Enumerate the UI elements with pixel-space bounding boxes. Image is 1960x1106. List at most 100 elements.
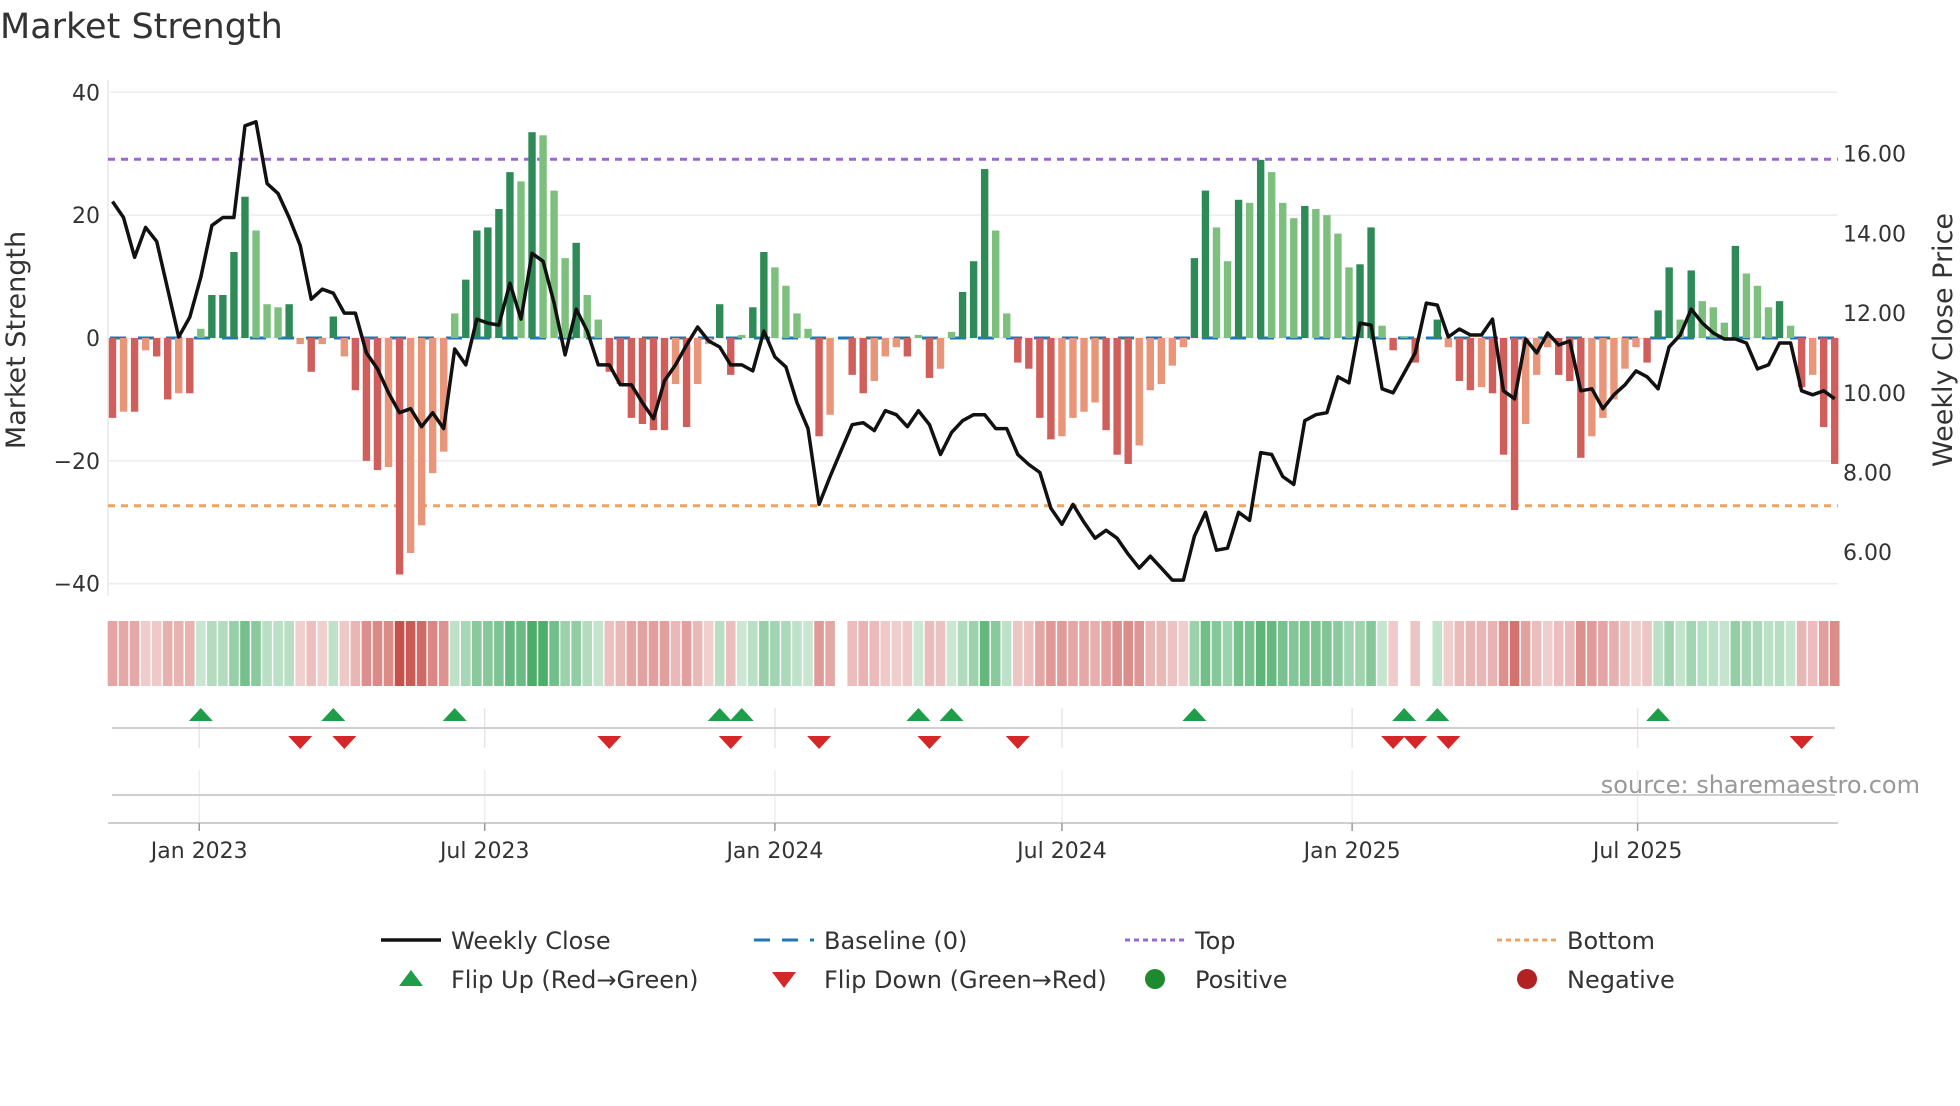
strip-cell	[935, 621, 946, 686]
flip-markers-panel	[112, 708, 1835, 823]
flip-up-marker	[1392, 708, 1417, 721]
strip-cell	[681, 621, 692, 686]
flip-down-marker	[917, 736, 942, 749]
strip-cell	[196, 621, 206, 686]
strip-cell	[814, 621, 824, 686]
strip-cell	[637, 621, 648, 686]
flip-up-marker	[707, 708, 732, 721]
flip-up-marker	[939, 708, 964, 721]
strip-cell	[957, 621, 968, 686]
y2-tick-label: 8.00	[1843, 461, 1892, 486]
strip-cell	[140, 621, 151, 686]
strength-bar	[1157, 338, 1165, 385]
strip-cell	[1476, 621, 1487, 686]
legend-label: Bottom	[1567, 927, 1655, 955]
strip-cell	[1200, 621, 1211, 686]
flip-down-marker	[288, 736, 313, 749]
strip-cell	[792, 621, 802, 686]
strength-bar	[1124, 338, 1132, 464]
strip-cell	[1255, 621, 1266, 686]
strength-bar	[1665, 267, 1673, 338]
strip-cell	[1542, 621, 1553, 686]
strip-cell	[1012, 621, 1023, 686]
strength-bar	[351, 338, 360, 391]
strip-cell	[505, 621, 515, 686]
weekly-close-line	[111, 120, 1836, 582]
flip-up-marker	[1182, 708, 1207, 721]
strength-bar	[848, 338, 856, 375]
strip-cell	[1189, 621, 1200, 686]
strip-cell	[1598, 621, 1608, 686]
strip-cell	[1035, 621, 1045, 686]
strip-cell	[891, 621, 902, 686]
strip-cell	[394, 621, 405, 686]
strip-cell	[1112, 621, 1122, 686]
legend-label: Flip Up (Red→Green)	[451, 966, 699, 994]
strip-cell	[1001, 621, 1012, 686]
strip-cell	[273, 621, 283, 686]
strength-bar	[1179, 338, 1188, 348]
strip-cell	[1288, 621, 1299, 686]
strip-cell	[472, 621, 482, 686]
strip-cell	[1244, 621, 1255, 686]
strip-cell	[538, 621, 548, 686]
strength-bar	[1334, 233, 1342, 338]
y-tick-label: −40	[54, 573, 100, 598]
strength-bar	[1455, 338, 1464, 381]
strength-bar	[1080, 338, 1088, 412]
strip-cell	[648, 621, 659, 686]
strength-bar	[594, 319, 602, 338]
strength-bar	[1323, 215, 1331, 338]
strip-cell	[1454, 621, 1465, 686]
strength-bar	[539, 135, 547, 338]
weekly-close-series	[111, 120, 1836, 582]
strength-bar	[936, 338, 945, 369]
strength-bar	[1279, 202, 1287, 338]
strip-cell	[207, 621, 217, 686]
strength-bar	[992, 230, 1000, 338]
strip-cell	[494, 621, 504, 686]
strength-bar	[1775, 301, 1784, 338]
strength-bar	[1091, 338, 1099, 403]
strip-cell	[1233, 621, 1244, 686]
circle-legend-icon	[1145, 969, 1165, 989]
strip-cell	[847, 621, 857, 686]
legend-label: Top	[1194, 927, 1236, 955]
strip-cell	[1553, 621, 1564, 686]
y2-tick-label: 12.00	[1843, 302, 1906, 327]
legend-item: Weekly Close	[381, 927, 611, 955]
strip-cell	[1024, 621, 1034, 686]
strip-cell	[1211, 621, 1222, 686]
strip-cell	[1355, 621, 1365, 686]
left-axis-label: Market Strength	[1, 231, 32, 449]
strip-cell	[593, 621, 604, 686]
strength-bar	[506, 172, 514, 338]
strip-cell	[416, 621, 427, 686]
strength-bar	[1764, 307, 1773, 338]
strip-cell	[240, 621, 250, 686]
strip-cell	[1277, 621, 1288, 686]
legend-label: Flip Down (Green→Red)	[824, 966, 1107, 994]
strip-cell	[1509, 621, 1520, 686]
y2-tick-label: 16.00	[1843, 143, 1906, 168]
flip-up-marker	[906, 708, 931, 721]
flip-down-marker	[718, 736, 743, 749]
strength-bar	[108, 338, 117, 418]
strip-cell	[1686, 621, 1697, 686]
strength-bar	[881, 338, 889, 357]
strip-cell	[1520, 621, 1531, 686]
flip-down-marker	[597, 736, 622, 749]
strength-bar	[859, 338, 867, 394]
strip-cell	[1785, 621, 1796, 686]
strip-cell	[449, 621, 460, 686]
legend-item: Baseline (0)	[754, 927, 967, 955]
flip-down-marker	[332, 736, 357, 749]
triangle-up-icon	[399, 970, 423, 986]
strength-bar	[1168, 338, 1177, 366]
flip-down-marker	[1436, 736, 1461, 749]
strip-cell	[748, 621, 758, 686]
flip-up-marker	[321, 708, 346, 721]
strength-bar	[1466, 338, 1475, 391]
strip-cell	[946, 621, 957, 686]
strength-bar	[1632, 338, 1640, 348]
